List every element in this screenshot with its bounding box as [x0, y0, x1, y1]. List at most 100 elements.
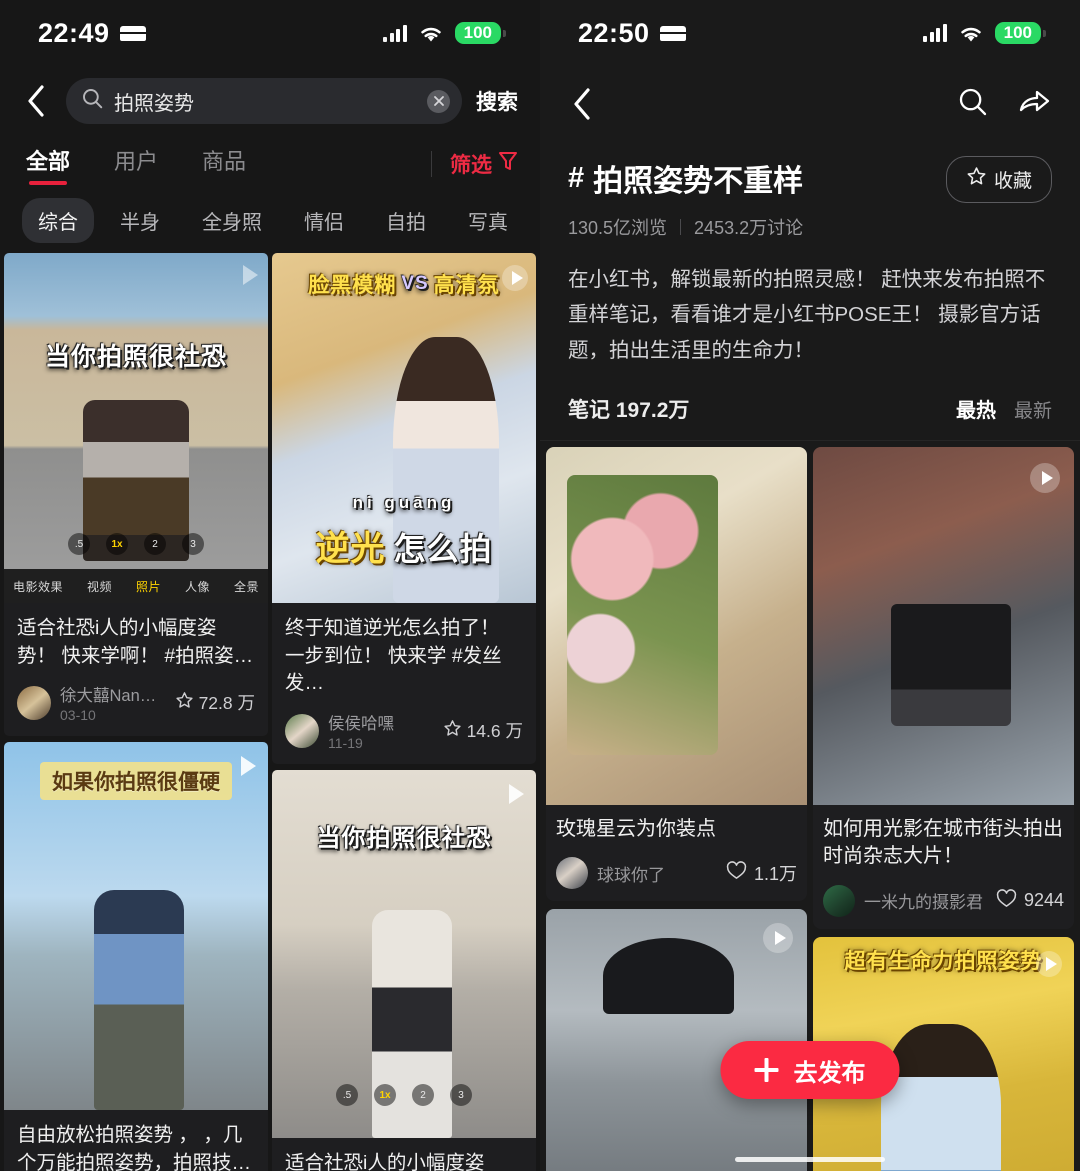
- bed-icon: [659, 25, 686, 41]
- back-chevron-icon[interactable]: [18, 81, 52, 121]
- note-card[interactable]: 如果你拍照很僵硬 自由放松拍照姿势 ， ，几个万能拍照姿势，拍照技…: [4, 742, 268, 1171]
- avatar[interactable]: [285, 713, 319, 748]
- back-chevron-icon[interactable]: [564, 84, 598, 124]
- zoom-chip[interactable]: .5: [336, 1084, 358, 1107]
- search-icon[interactable]: [958, 87, 988, 122]
- camera-mode[interactable]: 视频: [87, 578, 112, 595]
- publish-button[interactable]: 去发布: [720, 1041, 900, 1099]
- note-card[interactable]: 如何用光影在城市街头拍出时尚杂志大片！ 一米九的摄影君 9244: [813, 446, 1074, 929]
- search-query-text[interactable]: 拍照姿势: [114, 87, 416, 116]
- play-icon[interactable]: [243, 265, 258, 285]
- share-icon[interactable]: [1018, 87, 1050, 122]
- sort-hottest[interactable]: 最热: [956, 394, 996, 423]
- author-block[interactable]: 侯侯哈嘿 11-19: [328, 710, 434, 751]
- note-card[interactable]: 当你拍照很社恐 .5 1x 2 3 电影效果 视频 照片 人像 全景 适合社恐i…: [4, 253, 268, 737]
- zoom-chip[interactable]: 3: [450, 1084, 472, 1107]
- nav-icons: [958, 87, 1050, 122]
- favorite-label: 收藏: [993, 171, 1032, 192]
- note-card[interactable]: 当你拍照很社恐 .5 1x 2 3 适合社恐i人的小幅度姿势！ 快来学啊！！ #…: [272, 770, 536, 1171]
- filter-button[interactable]: 筛选: [450, 149, 518, 179]
- like-count-group[interactable]: 72.8 万: [175, 690, 255, 715]
- chip-quanshenzhao[interactable]: 全身照: [186, 198, 278, 243]
- camera-mode[interactable]: 电影效果: [13, 578, 63, 595]
- category-chips: 综合 半身 全身照 情侣 自拍 写真 打卡: [0, 192, 540, 253]
- camera-mode[interactable]: 全景: [234, 578, 259, 595]
- play-icon[interactable]: [502, 265, 528, 291]
- bed-icon: [119, 25, 146, 41]
- wifi-icon: [958, 24, 984, 43]
- chip-zipai[interactable]: 自拍: [370, 198, 442, 243]
- divider: [680, 219, 682, 235]
- chip-xiezhen[interactable]: 写真: [452, 198, 524, 243]
- note-card-body: 适合社恐i人的小幅度姿势！ 快来学啊！！ #拍照…: [272, 1138, 536, 1171]
- search-submit-button[interactable]: 搜索: [476, 86, 518, 116]
- zoom-chip-active[interactable]: 1x: [106, 533, 128, 555]
- like-count: 9244: [1023, 890, 1064, 911]
- result-tabs: 全部 用户 商品 筛选: [0, 136, 540, 192]
- chip-banshen[interactable]: 半身: [104, 198, 176, 243]
- note-card-body: 如何用光影在城市街头拍出时尚杂志大片！ 一米九的摄影君 9244: [813, 805, 1074, 929]
- publish-label: 去发布: [793, 1059, 866, 1087]
- avatar[interactable]: [556, 857, 588, 890]
- battery-indicator: 100: [994, 22, 1046, 44]
- zoom-chip[interactable]: .5: [68, 533, 90, 555]
- camera-mode[interactable]: 人像: [185, 578, 210, 595]
- note-title: 如何用光影在城市街头拍出时尚杂志大片！: [823, 817, 1063, 868]
- chip-zonghe[interactable]: 综合: [22, 198, 94, 243]
- zoom-chip[interactable]: 3: [182, 533, 204, 555]
- tab-all[interactable]: 全部: [26, 144, 70, 184]
- note-card[interactable]: 脸黑模糊 VS 高清氛 ni guāng 逆光 怎么拍 终于知道逆光怎么拍了！ …: [272, 253, 536, 765]
- author-name[interactable]: 球球你了: [597, 861, 717, 886]
- camera-mode-bar: 电影效果 视频 照片 人像 全景: [4, 569, 268, 603]
- topic-info: # 拍照姿势不重样 130.5亿浏览 2453.2万讨论: [568, 156, 946, 240]
- clear-icon[interactable]: [427, 89, 450, 113]
- play-icon[interactable]: [241, 756, 256, 777]
- note-cover-image[interactable]: [546, 446, 807, 805]
- note-meta: 球球你了 1.1万: [556, 857, 797, 890]
- status-left-group: 22:50: [578, 18, 686, 49]
- topic-title-text: 拍照姿势不重样: [593, 165, 804, 198]
- note-card-body: 适合社恐i人的小幅度姿势！ 快来学啊！ #拍照姿… 徐大囍Nan… 03-10: [4, 603, 268, 736]
- tab-users[interactable]: 用户: [114, 144, 158, 184]
- camera-mode-active[interactable]: 照片: [136, 578, 161, 595]
- like-count-group[interactable]: 9244: [996, 889, 1064, 913]
- photo-roses-portrait: [546, 446, 807, 805]
- battery-nub: [503, 29, 506, 37]
- play-icon[interactable]: [509, 784, 524, 805]
- chip-qinglv[interactable]: 情侣: [288, 198, 360, 243]
- sort-newest[interactable]: 最新: [1014, 396, 1052, 423]
- note-cover-image[interactable]: 如果你拍照很僵硬: [4, 742, 268, 1111]
- like-count-group[interactable]: 1.1万: [726, 860, 797, 886]
- note-cover-image[interactable]: 脸黑模糊 VS 高清氛 ni guāng 逆光 怎么拍: [272, 253, 536, 603]
- note-card[interactable]: 玫瑰星云为你装点 球球你了 1.1万: [546, 446, 807, 902]
- cellular-signal-icon: [383, 24, 407, 42]
- note-title: 适合社恐i人的小幅度姿势！ 快来学啊！！ #拍照…: [285, 1152, 485, 1171]
- photo-camera-shoot: [813, 446, 1074, 805]
- note-title: 玫瑰星云为你装点: [556, 817, 716, 840]
- note-cover-image[interactable]: [813, 446, 1074, 805]
- zoom-chip[interactable]: 2: [412, 1084, 434, 1107]
- play-icon[interactable]: [1030, 462, 1060, 493]
- battery-level: 100: [454, 22, 501, 44]
- topic-header: # 拍照姿势不重样 130.5亿浏览 2453.2万讨论 收藏: [540, 142, 1080, 240]
- tab-goods[interactable]: 商品: [202, 144, 246, 184]
- search-input[interactable]: 拍照姿势: [66, 78, 462, 124]
- note-title: 自由放松拍照姿势 ， ，几个万能拍照姿势，拍照技…: [17, 1124, 252, 1171]
- filter-label: 筛选: [450, 154, 492, 177]
- star-outline-icon: [966, 166, 987, 193]
- avatar[interactable]: [17, 685, 51, 720]
- play-icon[interactable]: [1036, 950, 1062, 977]
- note-cover-image[interactable]: 当你拍照很社恐 .5 1x 2 3: [272, 770, 536, 1139]
- note-cover-image[interactable]: 当你拍照很社恐 .5 1x 2 3 电影效果 视频 照片 人像 全景: [4, 253, 268, 603]
- search-bar-row: 拍照姿势 搜索: [0, 66, 540, 136]
- favorite-button[interactable]: 收藏: [945, 156, 1052, 203]
- wifi-icon: [418, 24, 444, 43]
- like-count-group[interactable]: 14.6 万: [443, 718, 523, 743]
- photo-waterfront: [4, 742, 268, 1111]
- zoom-chip[interactable]: 2: [144, 533, 166, 555]
- zoom-chip-active[interactable]: 1x: [374, 1084, 396, 1107]
- status-bar-left: 22:49 100: [0, 0, 540, 66]
- avatar[interactable]: [823, 884, 855, 917]
- author-block[interactable]: 徐大囍Nan… 03-10: [60, 682, 166, 723]
- author-name[interactable]: 一米九的摄影君: [864, 888, 987, 913]
